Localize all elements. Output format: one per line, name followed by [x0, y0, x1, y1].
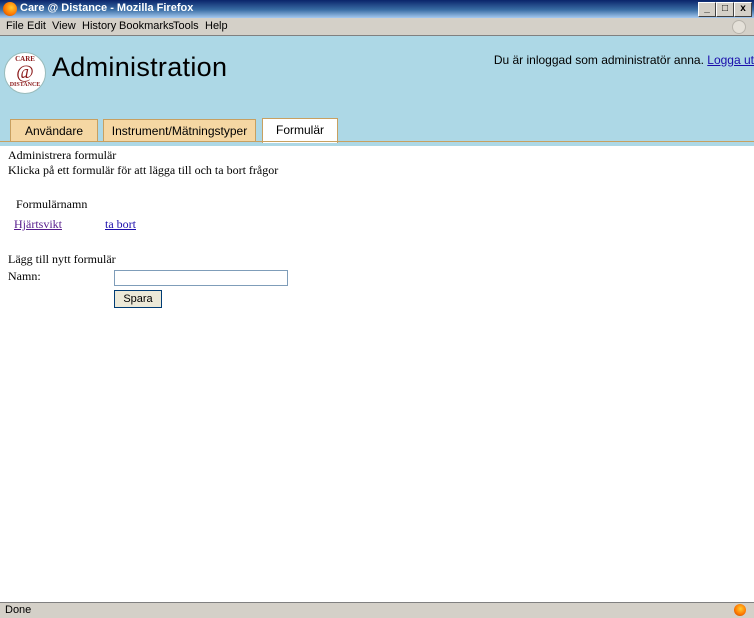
tab-instrument[interactable]: Instrument/Mätningstyper	[103, 119, 256, 142]
instructions-text: Klicka på ett formulär för att lägga til…	[8, 163, 279, 177]
logout-link[interactable]: Logga ut	[707, 53, 754, 67]
firefox-status-icon	[734, 604, 746, 616]
minimize-button[interactable]: _	[698, 2, 716, 17]
delete-form-link[interactable]: ta bort	[105, 217, 136, 232]
close-button[interactable]: x	[734, 2, 752, 17]
menu-bar: File Edit View History Bookmarks Tools H…	[0, 18, 754, 36]
care-at-distance-logo: CARE @ DISTANCE	[4, 52, 46, 94]
form-link-hjartsvikt[interactable]: Hjärtsvikt	[14, 217, 62, 232]
tab-formular[interactable]: Formulär	[262, 118, 338, 143]
page-header: CARE @ DISTANCE Administration Du är inl…	[0, 36, 754, 146]
maximize-button[interactable]: □	[716, 2, 734, 17]
page-title: Administration	[52, 52, 228, 82]
login-info: Du är inloggad som administratör anna. L…	[494, 53, 754, 67]
status-text: Done	[5, 604, 32, 616]
menu-file[interactable]: File	[6, 20, 24, 32]
menu-bookmarks[interactable]: Bookmarks	[119, 20, 174, 32]
form-name-input[interactable]	[114, 270, 288, 286]
menu-view[interactable]: View	[52, 20, 76, 32]
window-title-bar: Care @ Distance - Mozilla Firefox _ □ x	[0, 0, 754, 18]
add-form-heading: Lägg till nytt formulär	[8, 252, 116, 266]
column-header-formularnamn: Formulärnamn	[16, 197, 88, 211]
firefox-icon	[3, 2, 17, 16]
menu-history[interactable]: History	[82, 20, 116, 32]
logo-at-text: @	[16, 62, 34, 83]
window-title: Care @ Distance - Mozilla Firefox	[20, 2, 194, 14]
menu-edit[interactable]: Edit	[27, 20, 46, 32]
window-controls: _ □ x	[698, 2, 752, 17]
tab-anvandare[interactable]: Användare	[10, 119, 98, 142]
menu-help[interactable]: Help	[205, 20, 228, 32]
tab-divider	[0, 141, 754, 142]
section-heading: Administrera formulär	[8, 148, 117, 162]
save-button[interactable]: Spara	[114, 290, 162, 308]
status-bar: Done	[0, 602, 754, 618]
menu-tools[interactable]: Tools	[173, 20, 199, 32]
throbber-icon	[732, 20, 746, 34]
logo-bottom-text: DISTANCE	[9, 82, 41, 88]
name-label: Namn:	[8, 269, 41, 283]
login-status-text: Du är inloggad som administratör anna.	[493, 53, 704, 67]
